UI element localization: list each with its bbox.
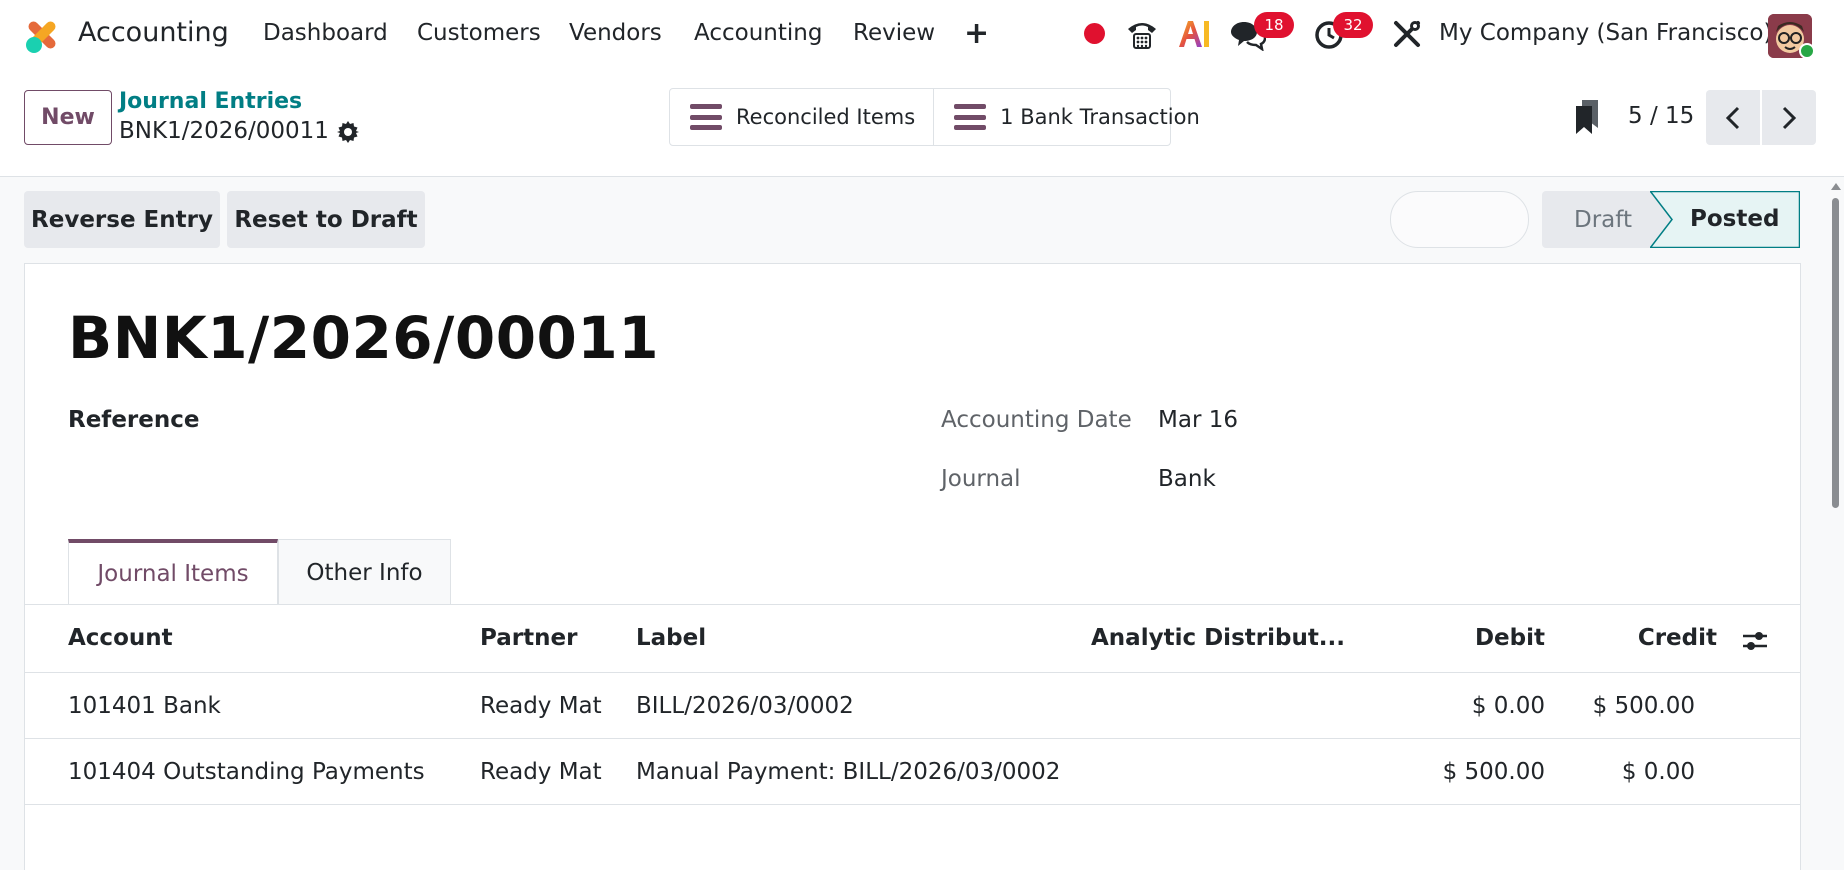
bank-transaction-label: 1 Bank Transaction: [1000, 105, 1200, 129]
accounting-date-label: Accounting Date: [941, 407, 1132, 433]
column-header-account[interactable]: Account: [68, 625, 173, 651]
reference-label: Reference: [68, 407, 200, 433]
journal-value[interactable]: Bank: [1158, 466, 1216, 492]
reverse-entry-button[interactable]: Reverse Entry: [24, 191, 220, 248]
cell-account[interactable]: 101401 Bank: [68, 693, 221, 719]
breadcrumb-journal-entries[interactable]: Journal Entries: [119, 89, 302, 114]
menu-customers[interactable]: Customers: [417, 20, 541, 46]
plus-icon[interactable]: +: [964, 16, 989, 51]
cell-credit[interactable]: $ 0.00: [1495, 759, 1695, 785]
list-icon: [690, 104, 722, 130]
reconciled-items-button[interactable]: Reconciled Items: [670, 89, 933, 145]
breadcrumb-current-record: BNK1/2026/00011: [119, 118, 329, 144]
control-panel: New Journal Entries BNK1/2026/00011 Reco…: [0, 68, 1844, 177]
list-icon: [954, 104, 987, 130]
cell-partner[interactable]: Ready Mat: [480, 693, 602, 719]
bank-transaction-button[interactable]: 1 Bank Transaction: [933, 89, 1218, 145]
debug-tools-icon[interactable]: [1392, 19, 1422, 49]
optional-columns-toggle-icon[interactable]: [1741, 628, 1769, 654]
page-scrollbar[interactable]: [1828, 178, 1844, 870]
form-sheet: BNK1/2026/00011 Reference Accounting Dat…: [24, 263, 1801, 870]
reconciled-items-label: Reconciled Items: [736, 105, 916, 129]
messages-badge: 18: [1254, 12, 1294, 38]
top-navbar: Accounting Dashboard Customers Vendors A…: [0, 0, 1844, 68]
status-bar: Draft Posted: [1542, 191, 1800, 248]
record-title: BNK1/2026/00011: [68, 304, 660, 372]
column-header-label[interactable]: Label: [636, 625, 706, 651]
company-switcher[interactable]: My Company (San Francisco): [1439, 20, 1772, 46]
tab-journal-items[interactable]: Journal Items: [68, 539, 278, 605]
scroll-thumb[interactable]: [1832, 198, 1839, 508]
pager-value[interactable]: 5 / 15: [1628, 103, 1694, 129]
reset-to-draft-button[interactable]: Reset to Draft: [227, 191, 425, 248]
smart-buttons: Reconciled Items 1 Bank Transaction: [669, 88, 1200, 146]
journal-label: Journal: [941, 466, 1021, 492]
cell-label[interactable]: BILL/2026/03/0002: [636, 693, 854, 719]
row-separator: [25, 672, 1800, 673]
menu-dashboard[interactable]: Dashboard: [263, 20, 388, 46]
column-header-debit[interactable]: Debit: [1345, 625, 1545, 651]
cell-label[interactable]: Manual Payment: BILL/2026/03/0002: [636, 759, 1060, 785]
accounting-app-icon[interactable]: [22, 16, 62, 54]
phone-icon[interactable]: [1125, 17, 1159, 51]
table-border: [25, 604, 1800, 605]
status-posted[interactable]: Posted: [1690, 206, 1779, 232]
cell-credit[interactable]: $ 500.00: [1495, 693, 1695, 719]
chevron-right-icon: [1782, 106, 1797, 129]
online-status-icon: [1799, 43, 1815, 59]
cell-partner[interactable]: Ready Mat: [480, 759, 602, 785]
menu-vendors[interactable]: Vendors: [569, 20, 662, 46]
gear-icon[interactable]: [336, 120, 360, 144]
menu-review[interactable]: Review: [853, 20, 935, 46]
column-header-analytic-distribution[interactable]: Analytic Distribut...: [1091, 625, 1345, 651]
app-name[interactable]: Accounting: [78, 17, 229, 48]
chevron-left-icon: [1725, 106, 1740, 129]
new-button[interactable]: New: [24, 90, 112, 145]
row-separator: [25, 738, 1800, 739]
tab-other-info[interactable]: Other Info: [278, 539, 451, 605]
accounting-date-value[interactable]: Mar 16: [1158, 407, 1238, 433]
cell-account[interactable]: 101404 Outstanding Payments: [68, 759, 425, 785]
bookmark-icon[interactable]: [1576, 100, 1598, 134]
status-pill-placeholder: [1390, 191, 1529, 248]
menu-accounting[interactable]: Accounting: [694, 20, 822, 46]
scroll-up-arrow-icon[interactable]: [1831, 183, 1841, 190]
pager-previous-button[interactable]: [1706, 90, 1760, 145]
ai-icon[interactable]: [1177, 19, 1211, 49]
column-header-partner[interactable]: Partner: [480, 625, 577, 651]
row-separator: [25, 804, 1800, 805]
record-icon[interactable]: [1084, 23, 1105, 44]
activities-badge: 32: [1333, 12, 1373, 38]
column-header-credit[interactable]: Credit: [1545, 625, 1717, 651]
pager-next-button[interactable]: [1762, 90, 1816, 145]
